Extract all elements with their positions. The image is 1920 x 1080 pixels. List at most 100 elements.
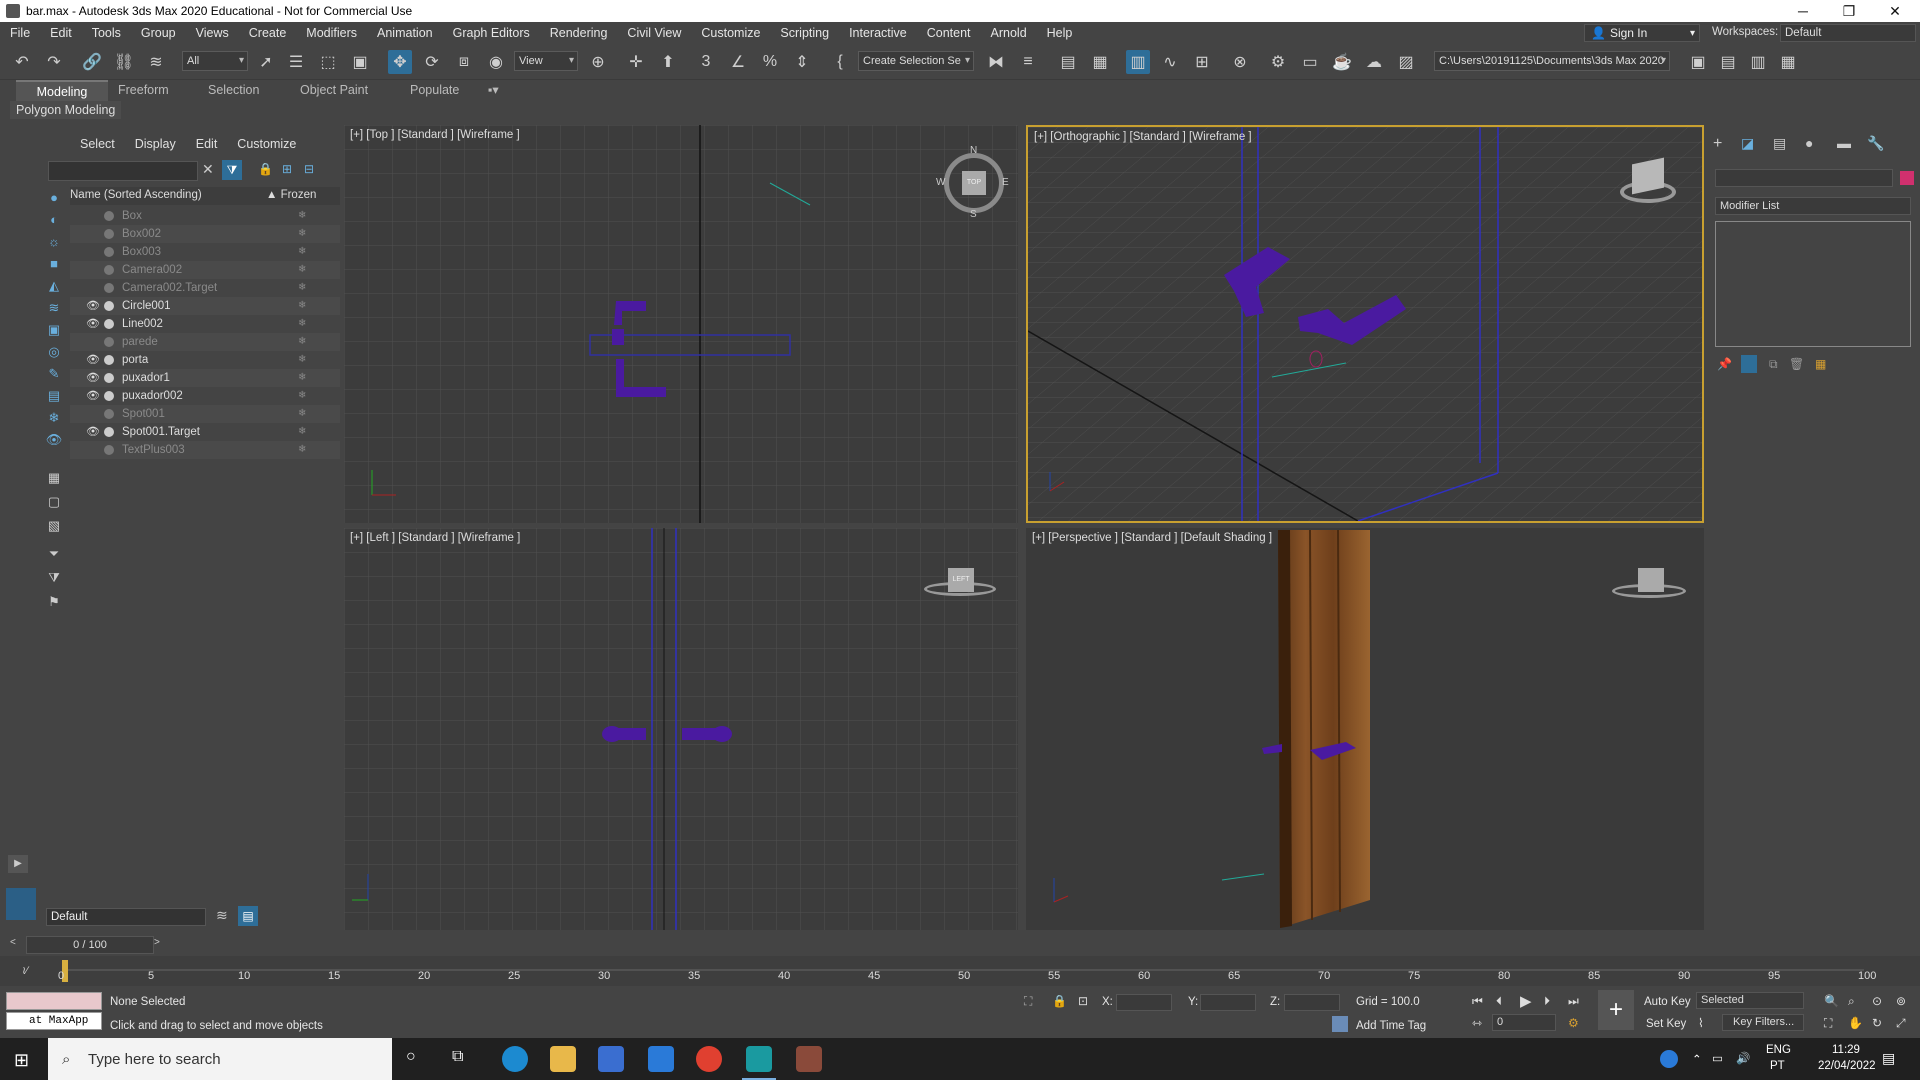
menu-civil-view[interactable]: Civil View [617,22,691,44]
toggle-scene-explorer-icon[interactable]: ▤ [1056,50,1080,74]
open-project-icon[interactable]: ▤ [1716,50,1740,74]
viewport-ortho-label[interactable]: [+] [Orthographic ] [Standard ] [Wirefra… [1034,131,1252,143]
menu-content[interactable]: Content [917,22,981,44]
visibility-eye-icon[interactable]: 👁 [86,351,100,369]
time-slider-next-icon[interactable]: > [154,937,160,948]
select-object-icon[interactable]: ➚ [254,50,278,74]
selection-filter-dropdown[interactable]: All [182,51,248,71]
list-item[interactable]: 👁 puxador002 ❄ [70,387,340,405]
mail-icon[interactable] [648,1046,674,1072]
freeze-toggle-icon[interactable]: ❄ [298,351,306,369]
menu-rendering[interactable]: Rendering [540,22,618,44]
viewport-perspective[interactable]: [+] [Perspective ] [Standard ] [Default … [1026,528,1704,930]
play-icon[interactable]: ▶ [1520,992,1532,1010]
viewport-layout-icon[interactable] [6,888,36,920]
display-all-icon[interactable]: ▦ [44,469,64,487]
undo-icon[interactable]: ↶ [10,50,34,74]
menu-create[interactable]: Create [239,22,297,44]
maximize-viewport-icon[interactable]: ⤢ [1896,1016,1906,1031]
task-view-icon[interactable]: ⧉ [452,1048,463,1066]
render-setup-icon[interactable]: ⚙ [1266,50,1290,74]
freeze-toggle-icon[interactable]: ❄ [298,315,306,333]
freeze-toggle-icon[interactable]: ❄ [298,369,306,387]
list-item[interactable]: Box003 ❄ [70,243,340,261]
maxscript-listener-pink[interactable] [6,992,102,1010]
network-icon[interactable]: ▭ [1712,1051,1723,1065]
visibility-eye-icon[interactable]: 👁 [86,369,100,387]
select-and-place-icon[interactable]: ◉ [484,50,508,74]
freeze-toggle-icon[interactable]: ❄ [298,279,306,297]
utilities-tab-icon[interactable]: 🔧 [1867,135,1884,152]
pan-view-icon[interactable]: ✋ [1848,1016,1863,1030]
window-crossing-icon[interactable]: ▣ [348,50,372,74]
display-containers-icon[interactable]: ▤ [44,387,64,405]
time-slider[interactable]: 0 / 100 [26,936,154,954]
ribbon-options-icon[interactable]: ▪▾ [476,80,511,101]
remove-modifier-icon[interactable]: 🗑 [1789,357,1804,371]
percent-snap-icon[interactable]: % [758,50,782,74]
clear-search-icon[interactable]: ✕ [202,161,214,178]
help-tray-icon[interactable] [1660,1050,1678,1068]
display-geometry-icon[interactable]: ● [44,189,64,207]
invert-display-icon[interactable]: ▧ [44,517,64,535]
list-item[interactable]: Camera002.Target ❄ [70,279,340,297]
list-item[interactable]: Spot001 ❄ [70,405,340,423]
viewport-top[interactable]: [+] [Top ] [Standard ] [Wireframe ] TOP … [344,125,1018,523]
freeze-toggle-icon[interactable]: ❄ [298,441,306,459]
project-folder-icon[interactable]: ▣ [1686,50,1710,74]
menu-modifiers[interactable]: Modifiers [296,22,367,44]
time-configuration-icon[interactable]: ⚙ [1568,1016,1579,1030]
isolate-selection-icon[interactable]: ⛶ [1024,994,1032,1009]
go-to-start-icon[interactable]: ⏮ [1472,994,1483,1009]
project-settings-icon[interactable]: ▦ [1776,50,1800,74]
list-item[interactable]: 👁 Circle001 ❄ [70,297,340,315]
material-editor-icon[interactable]: ⊗ [1228,50,1252,74]
object-color-swatch[interactable] [1900,171,1914,185]
ribbon-tab-modeling[interactable]: Modeling [16,80,108,101]
visibility-eye-icon[interactable]: 👁 [86,423,100,441]
list-item[interactable]: 👁 Spot001.Target ❄ [70,423,340,441]
list-item[interactable]: TextPlus003 ❄ [70,441,340,459]
freeze-toggle-icon[interactable]: ❄ [298,297,306,315]
paint-icon[interactable] [796,1046,822,1072]
render-in-cloud-icon[interactable]: ☁ [1362,50,1386,74]
filter-icon[interactable]: ⏷ [44,545,64,563]
viewcube-perspective[interactable] [1612,568,1686,608]
list-item[interactable]: Box ❄ [70,207,340,225]
bind-spacewarp-icon[interactable]: ≋ [144,50,168,74]
display-spacewarps-icon[interactable]: ≋ [44,299,64,317]
named-selection-set-dropdown[interactable]: Create Selection Se [858,51,974,71]
manipulate-icon[interactable]: ✛ [624,50,648,74]
close-button[interactable]: ✕ [1872,0,1918,22]
menu-group[interactable]: Group [131,22,186,44]
spinner-snap-icon[interactable]: ⇕ [790,50,814,74]
arnold-render-icon[interactable]: ▨ [1394,50,1418,74]
viewport-persp-label[interactable]: [+] [Perspective ] [Standard ] [Default … [1032,532,1272,544]
viewcube-top-face[interactable]: TOP [962,171,986,195]
list-item[interactable]: Camera002 ❄ [70,261,340,279]
display-shapes-icon[interactable]: ◐ [44,211,64,229]
notifications-icon[interactable]: ▤ [1882,1050,1895,1067]
snaps-toggle-icon[interactable]: 3 [694,50,718,74]
layer-sort-icon[interactable]: ⊟ [304,162,314,176]
language-eng[interactable]: ENG [1766,1044,1791,1056]
restore-button[interactable]: ❐ [1826,0,1872,22]
selection-lock-icon[interactable]: 🔒 [1052,994,1067,1008]
menu-customize[interactable]: Customize [691,22,770,44]
filter-toggle-icon[interactable]: ⧩ [222,160,242,180]
display-hidden-icon[interactable]: 👁 [44,431,64,449]
motion-tab-icon[interactable]: ● [1805,135,1813,151]
viewcube-compass[interactable]: TOP N S E W [936,145,1012,223]
schematic-view-icon[interactable]: ⊞ [1190,50,1214,74]
key-filters-button[interactable]: Key Filters... [1722,1014,1804,1031]
menu-tools[interactable]: Tools [82,22,131,44]
modifier-list-dropdown[interactable]: Modifier List [1715,197,1911,215]
y-coordinate-field[interactable] [1200,994,1256,1011]
toggle-ribbon-icon[interactable]: ▥ [1126,50,1150,74]
rendered-frame-window-icon[interactable]: ▭ [1298,50,1322,74]
column-name-header[interactable]: Name (Sorted Ascending) [70,189,202,201]
file-explorer-icon[interactable] [550,1046,576,1072]
column-frozen-header[interactable]: ▲ Frozen [266,189,316,201]
zoom-extents-icon[interactable]: ⊙ [1872,994,1882,1008]
visibility-eye-icon[interactable]: 👁 [86,315,100,333]
